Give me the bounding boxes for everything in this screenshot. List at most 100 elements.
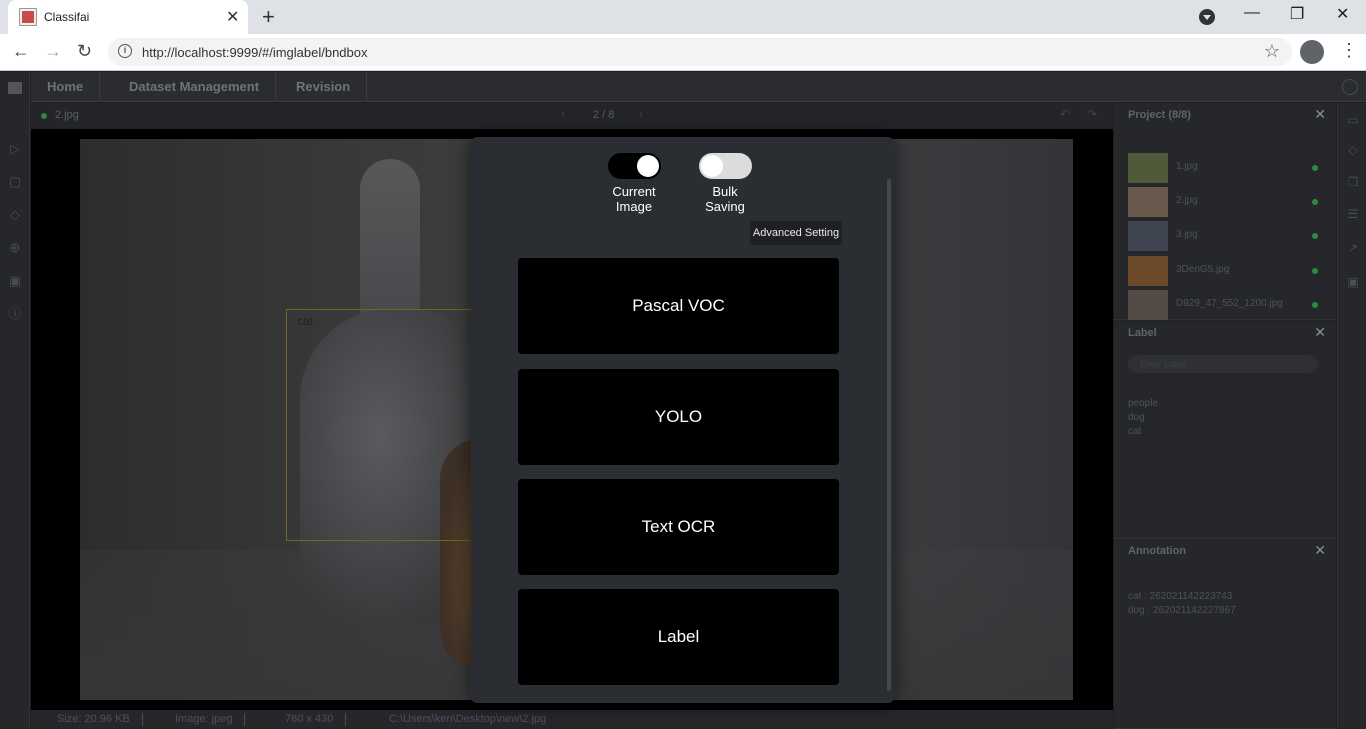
url-input[interactable]: i http://localhost:9999/#/imglabel/bndbo…	[108, 38, 1292, 66]
folder-icon[interactable]: ▭	[1346, 113, 1360, 127]
status-path: C:\Users\ken\Desktop\new\2.jpg	[389, 713, 547, 725]
image-icon[interactable]: ▣	[1346, 275, 1360, 289]
toggle-label-line2: Image	[615, 199, 653, 214]
project-file-row[interactable]: D929_47_552_1200.jpg	[1128, 290, 1318, 320]
file-status-dot-icon	[1312, 302, 1318, 308]
status-bar: Size: 20.96 KB Image: jpeg 760 x 430 C:\…	[31, 710, 1113, 729]
file-thumbnail	[1128, 290, 1168, 320]
annotation-panel: Annotation ✕ cat : 262021142223743 dog :…	[1114, 539, 1336, 729]
current-image-toggle-label: Current Image	[594, 184, 674, 214]
label-search-input[interactable]: Enter Label	[1128, 355, 1318, 373]
toggle-label-line1: Bulk	[712, 184, 738, 199]
export-icon[interactable]: ↗	[1346, 241, 1360, 255]
window-close-icon[interactable]: ✕	[1336, 4, 1349, 24]
file-status-dot-icon	[1312, 165, 1318, 171]
browser-menu-icon[interactable]: ⋮	[1340, 40, 1358, 61]
file-thumbnail	[1128, 256, 1168, 286]
tag-icon[interactable]: ◇	[1346, 143, 1360, 157]
prev-image-icon[interactable]: ‹	[561, 107, 565, 121]
bbox-label: cat	[297, 314, 314, 328]
right-panels: Project (8/8) ✕ 1.jpg 2.jpg 3.jpg 3DenG5…	[1114, 103, 1336, 729]
tab-search-icon[interactable]	[1199, 9, 1215, 25]
crosshair-tool-icon[interactable]: ⊕	[8, 241, 22, 255]
toggle-knob	[701, 155, 723, 177]
advanced-setting-button[interactable]: Advanced Setting	[750, 221, 842, 245]
pointer-tool-icon[interactable]: ▷	[8, 142, 22, 156]
save-tool-icon[interactable]: ▣	[8, 274, 22, 288]
label-panel: Label ✕ Enter Label people dog cat	[1114, 321, 1336, 539]
bookmark-star-icon[interactable]: ☆	[1264, 41, 1280, 62]
project-file-row[interactable]: 2.jpg	[1128, 187, 1318, 217]
export-yolo-button[interactable]: YOLO	[518, 369, 839, 465]
file-status-dot-icon	[1312, 199, 1318, 205]
annotation-item[interactable]: cat : 262021142223743	[1128, 591, 1232, 602]
browser-tab-bar: Classifai ✕ + — ❐ ✕	[0, 0, 1366, 34]
project-file-row[interactable]: 1.jpg	[1128, 153, 1318, 183]
project-panel-title: Project (8/8)	[1128, 109, 1191, 121]
file-thumbnail	[1128, 187, 1168, 217]
url-text: http://localhost:9999/#/imglabel/bndbox	[142, 45, 368, 60]
modal-scrollbar[interactable]	[887, 179, 891, 691]
bulk-saving-toggle[interactable]	[699, 153, 752, 179]
info-tool-icon[interactable]: ⓘ	[8, 307, 22, 321]
export-text-ocr-button[interactable]: Text OCR	[518, 479, 839, 575]
menu-revision[interactable]: Revision	[280, 72, 368, 102]
bndbox-tool-icon[interactable]: ▢	[8, 175, 22, 189]
export-label-button[interactable]: Label	[518, 589, 839, 685]
reload-icon[interactable]: ↻	[77, 41, 92, 62]
status-dims: 760 x 430	[273, 713, 347, 726]
image-pager: 2 / 8	[593, 109, 615, 121]
list-icon[interactable]: ☰	[1346, 207, 1360, 221]
label-item[interactable]: dog	[1128, 412, 1145, 423]
app-favicon-icon	[20, 9, 36, 25]
tab-title: Classifai	[44, 10, 90, 24]
toggle-label-line2: Saving	[705, 199, 745, 214]
export-modal: Current Image Bulk Saving Advanced Setti…	[471, 137, 894, 703]
forward-icon[interactable]: →	[44, 41, 62, 62]
status-size: Size: 20.96 KB	[45, 713, 143, 726]
copy-icon[interactable]: ❐	[1346, 175, 1360, 189]
file-name: 3DenG5.jpg	[1176, 264, 1230, 275]
address-bar: ← → ↻ i http://localhost:9999/#/imglabel…	[0, 34, 1366, 71]
tab-close-icon[interactable]: ✕	[226, 7, 239, 27]
image-info-bar: 2.jpg ‹ 2 / 8 › ↶ ↷	[31, 103, 1113, 129]
current-file-name: 2.jpg	[55, 109, 79, 121]
file-name: 1.jpg	[1176, 161, 1198, 172]
label-item[interactable]: cat	[1128, 426, 1141, 437]
file-thumbnail	[1128, 221, 1168, 251]
file-status-dot-icon	[1312, 233, 1318, 239]
project-panel-close-icon[interactable]: ✕	[1314, 106, 1326, 123]
menu-dataset-management[interactable]: Dataset Management	[113, 72, 277, 102]
user-icon[interactable]	[1342, 79, 1358, 95]
bounding-box[interactable]: cat	[286, 309, 476, 541]
left-toolbar: ▷ ▢ ◇ ⊕ ▣ ⓘ	[0, 72, 30, 729]
label-item[interactable]: people	[1128, 398, 1158, 409]
file-name: 2.jpg	[1176, 195, 1198, 206]
toggle-label-line1: Current	[612, 184, 656, 199]
export-pascal-voc-button[interactable]: Pascal VOC	[518, 258, 839, 354]
current-image-toggle[interactable]	[608, 153, 661, 179]
label-panel-close-icon[interactable]: ✕	[1314, 324, 1326, 341]
file-thumbnail	[1128, 153, 1168, 183]
project-file-row[interactable]: 3DenG5.jpg	[1128, 256, 1318, 286]
new-tab-icon[interactable]: +	[262, 4, 275, 30]
next-image-icon[interactable]: ›	[639, 107, 643, 121]
minimize-icon[interactable]: —	[1244, 4, 1260, 22]
right-toolbar: ▭ ◇ ❐ ☰ ↗ ▣	[1337, 103, 1366, 729]
account-icon[interactable]	[1300, 40, 1324, 64]
annotation-panel-close-icon[interactable]: ✕	[1314, 542, 1326, 559]
undo-icon[interactable]: ↶	[1060, 107, 1070, 121]
menu-home[interactable]: Home	[31, 72, 101, 102]
redo-icon[interactable]: ↷	[1087, 107, 1097, 121]
file-name: D929_47_552_1200.jpg	[1176, 298, 1283, 309]
eraser-tool-icon[interactable]: ◇	[8, 208, 22, 222]
app-logo-icon	[8, 82, 22, 94]
back-icon[interactable]: ←	[12, 41, 30, 62]
annotation-item[interactable]: dog : 262021142227867	[1128, 605, 1236, 616]
restore-icon[interactable]: ❐	[1290, 4, 1304, 24]
browser-tab[interactable]: Classifai ✕	[8, 0, 248, 34]
toggle-knob	[637, 155, 659, 177]
file-status-dot-icon	[1312, 268, 1318, 274]
project-file-row[interactable]: 3.jpg	[1128, 221, 1318, 251]
site-info-icon[interactable]: i	[118, 44, 132, 58]
